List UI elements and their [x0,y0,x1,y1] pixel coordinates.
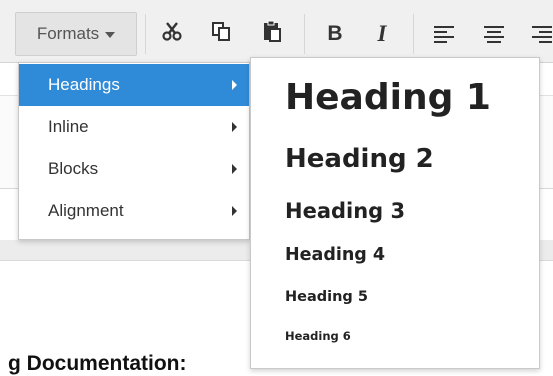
toolbar-separator [145,14,146,54]
copy-button[interactable] [201,12,241,56]
align-left-icon [434,23,454,46]
bold-button[interactable]: B [315,12,355,56]
heading-2-option[interactable]: Heading 2 [285,144,434,174]
paste-button[interactable] [252,12,292,56]
align-right-button[interactable] [522,12,553,56]
heading-1-option[interactable]: Heading 1 [285,77,491,118]
bold-icon: B [327,22,343,45]
chevron-right-icon [232,122,237,132]
copy-icon [210,20,232,48]
toolbar-separator [304,14,305,54]
document-text-fragment: g Documentation: [8,352,187,375]
menu-item-label: Alignment [48,201,124,220]
menu-item-headings[interactable]: Headings [19,64,249,106]
chevron-right-icon [232,80,237,90]
align-center-button[interactable] [474,12,514,56]
menu-item-label: Blocks [48,159,99,178]
editor-toolbar: Formats B I [0,0,553,63]
heading-4-option[interactable]: Heading 4 [285,245,385,265]
italic-button[interactable]: I [362,12,402,56]
heading-5-option[interactable]: Heading 5 [285,289,368,305]
menu-item-label: Headings [48,75,120,94]
chevron-right-icon [232,164,237,174]
toolbar-separator [413,14,414,54]
formats-label: Formats [36,24,100,43]
cut-icon [161,20,183,48]
align-left-button[interactable] [424,12,464,56]
paste-icon [261,19,283,49]
chevron-right-icon [232,206,237,216]
align-right-icon [532,23,552,46]
formats-dropdown-button[interactable]: Formats [15,12,137,56]
menu-item-label: Inline [48,117,89,136]
cut-button[interactable] [152,12,192,56]
caret-down-icon [105,32,116,38]
headings-submenu: Heading 1 Heading 2 Heading 3 Heading 4 … [250,57,540,369]
heading-3-option[interactable]: Heading 3 [285,199,405,223]
formats-menu: Headings Inline Blocks Alignment [18,62,250,240]
italic-icon: I [377,21,387,46]
align-center-icon [484,23,504,46]
heading-6-option[interactable]: Heading 6 [285,329,351,343]
menu-item-alignment[interactable]: Alignment [19,190,249,232]
menu-item-inline[interactable]: Inline [19,106,249,148]
menu-item-blocks[interactable]: Blocks [19,148,249,190]
